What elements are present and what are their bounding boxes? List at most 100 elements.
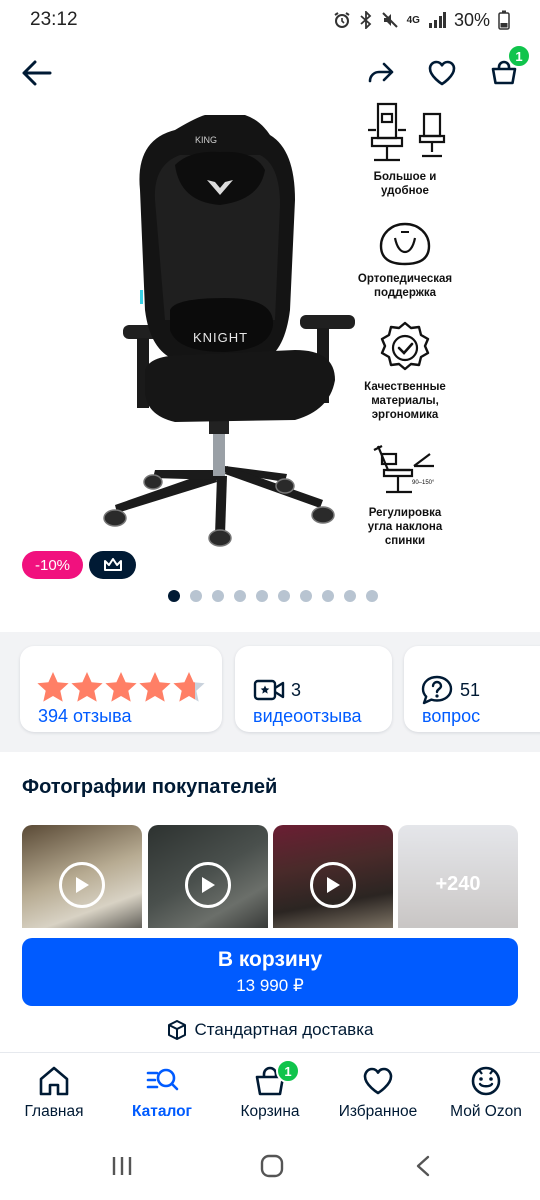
questions-count: 51 (460, 680, 481, 700)
nav-label: Избранное (338, 1103, 418, 1120)
feature-label: Большое и удобное (373, 171, 437, 197)
gallery-pagination[interactable] (0, 590, 540, 602)
more-photos-count: +240 (435, 873, 481, 895)
feature-item: 90–150° Регулировка угла наклона спинки (345, 440, 465, 548)
pillow-icon (379, 222, 431, 266)
battery-icon (498, 10, 510, 30)
bluetooth-icon (360, 11, 371, 29)
chair-size-icon (368, 102, 446, 162)
star-icon (173, 672, 205, 702)
nav-item-my-ozon[interactable]: Мой Ozon (432, 1065, 540, 1121)
top-app-bar: 1 (0, 44, 540, 98)
home-circle-icon (260, 1154, 284, 1178)
chair-headrest-text: KING (195, 135, 217, 145)
discount-badge: -10% (22, 551, 84, 579)
alarm-icon (334, 12, 350, 28)
back-button[interactable] (20, 56, 54, 90)
nav-item-home[interactable]: Главная (0, 1065, 108, 1121)
review-summary: 394 отзыва 3 видеоотзыва 51 вопрос (0, 632, 540, 752)
recline-illustration: 90–150° (370, 440, 440, 504)
pagination-dot[interactable] (343, 590, 356, 602)
system-navigation-bar (0, 1138, 540, 1200)
star-icon (139, 672, 171, 702)
play-button[interactable] (310, 862, 356, 908)
add-to-cart-button[interactable]: В корзину 13 990 ₽ (22, 938, 518, 1006)
nav-label: Мой Ozon (450, 1103, 522, 1120)
video-reviews-count: 3 (291, 680, 302, 700)
feature-item: Качественные материалы, эргономика (345, 320, 465, 422)
questions-link[interactable]: вопрос (422, 706, 480, 727)
reviews-count-link[interactable]: 394 отзыва (38, 706, 131, 727)
purchase-panel: В корзину 13 990 ₽ Стандартная доставка (0, 928, 540, 1058)
play-button[interactable] (185, 862, 231, 908)
nav-item-favorites[interactable]: Избранное (324, 1065, 432, 1121)
recent-apps-button[interactable] (110, 1154, 134, 1183)
pagination-dot[interactable] (233, 590, 246, 602)
heart-icon (428, 60, 456, 86)
questions-card[interactable]: 51 вопрос (404, 646, 540, 732)
delivery-label: Стандартная доставка (194, 1020, 374, 1039)
play-icon (327, 877, 340, 893)
video-review-icon (253, 679, 285, 701)
pagination-dot[interactable] (167, 590, 180, 602)
home-icon (39, 1066, 69, 1096)
star-icon (71, 672, 103, 702)
premium-badge (89, 551, 136, 579)
video-reviews-card[interactable]: 3 видеоотзыва (235, 646, 392, 732)
favorite-button[interactable] (425, 56, 459, 90)
share-button[interactable] (364, 56, 398, 90)
crown-icon (103, 558, 122, 571)
home-system-button[interactable] (259, 1154, 285, 1183)
cart-button[interactable]: 1 (487, 44, 531, 90)
play-icon (76, 877, 89, 893)
product-gallery[interactable]: KING KNIGHT Большое и удобное Ортопедиче… (0, 100, 540, 620)
recline-angle-note: 90–150° (412, 480, 435, 486)
pagination-dot[interactable] (255, 590, 268, 602)
play-icon (202, 877, 215, 893)
pagination-dot[interactable] (321, 590, 334, 602)
pagination-dot[interactable] (277, 590, 290, 602)
price-label: 13 990 ₽ (236, 976, 304, 995)
feature-label: Качественные материалы, эргономика (364, 381, 446, 421)
chair-logo-text: KNIGHT (193, 330, 248, 345)
rating-card[interactable]: 394 отзыва (20, 646, 222, 732)
pagination-dot[interactable] (299, 590, 312, 602)
cart-count-badge: 1 (507, 44, 531, 68)
status-time: 23:12 (30, 9, 78, 30)
customer-photos-title: Фотографии покупателей (22, 776, 278, 798)
pagination-dot[interactable] (365, 590, 378, 602)
customer-video-thumbnail[interactable] (273, 825, 393, 940)
feature-item: Ортопедическая поддержка (345, 218, 465, 300)
chevron-left-icon (416, 1155, 430, 1177)
status-bar: 23:12 4G 30% (0, 0, 540, 40)
customer-video-thumbnail[interactable] (148, 825, 268, 940)
back-system-button[interactable] (412, 1154, 436, 1183)
profile-smile-icon (471, 1066, 501, 1096)
nav-item-catalog[interactable]: Каталог (108, 1065, 216, 1121)
pagination-dot[interactable] (189, 590, 202, 602)
video-reviews-link[interactable]: видеоотзыва (253, 706, 362, 727)
product-image-gaming-chair: KING KNIGHT (103, 115, 355, 547)
share-icon (368, 62, 394, 83)
customer-photos-more[interactable]: +240 (398, 825, 518, 940)
heart-icon (363, 1067, 393, 1095)
nav-label: Каталог (131, 1103, 193, 1120)
star-icon (105, 672, 137, 702)
nav-label: Главная (24, 1103, 84, 1120)
nav-cart-badge: 1 (276, 1059, 300, 1083)
pagination-dot[interactable] (211, 590, 224, 602)
recent-apps-icon (112, 1157, 132, 1175)
signal-icon (428, 12, 446, 28)
customer-video-thumbnail[interactable] (22, 825, 142, 940)
add-to-cart-label: В корзину (217, 948, 323, 971)
quality-check-icon (380, 321, 430, 371)
battery-percent: 30% (453, 9, 490, 30)
bottom-navigation: Главная Каталог 1 Корзина Избранное Мой … (0, 1052, 540, 1138)
box-icon (167, 1020, 186, 1040)
delivery-info[interactable]: Стандартная доставка (0, 1020, 540, 1040)
nav-item-cart[interactable]: 1 Корзина (216, 1059, 324, 1121)
feature-label: Регулировка угла наклона спинки (367, 507, 443, 547)
play-button[interactable] (59, 862, 105, 908)
back-arrow-icon (22, 60, 52, 86)
rating-stars (37, 672, 205, 702)
